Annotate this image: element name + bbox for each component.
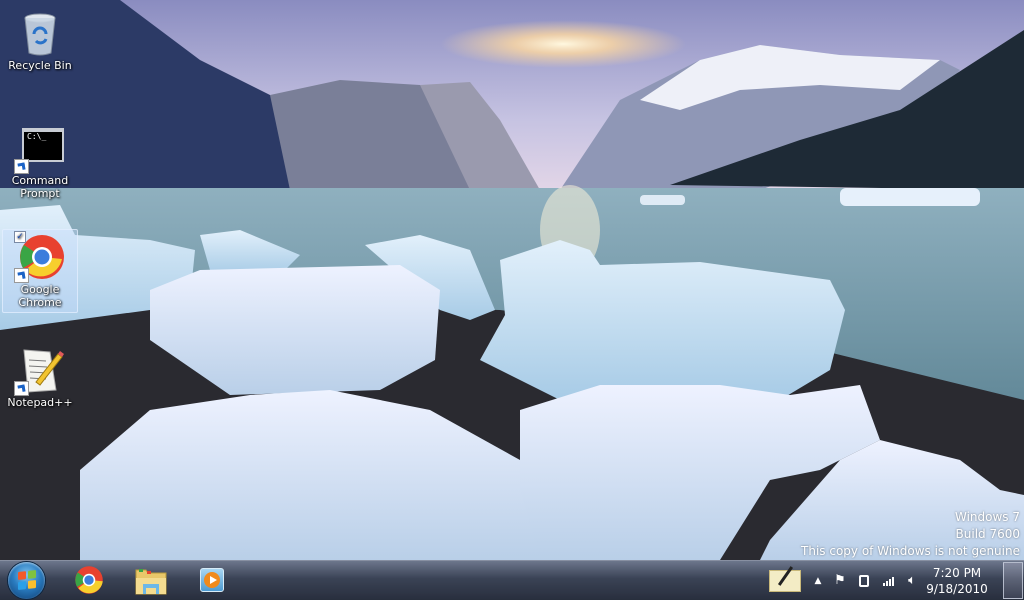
clock-date: 9/18/2010 [926, 582, 988, 596]
desktop-icon-command-prompt[interactable]: C:\_ Command Prompt [2, 120, 78, 204]
start-button[interactable] [4, 561, 50, 600]
taskbar: ▲ ⚑ 🔈︎ 7:20 PM 9/18/2010 [0, 560, 1024, 600]
desktop-wallpaper [0, 0, 1024, 560]
volume-icon[interactable]: 🔈︎ [904, 573, 920, 589]
desktop-icon-recycle-bin[interactable]: Recycle Bin [2, 5, 78, 76]
chrome-icon [75, 566, 103, 594]
taskbar-pinned-chrome[interactable] [66, 561, 112, 600]
watermark-genuine-notice: This copy of Windows is not genuine [801, 544, 1020, 558]
media-player-icon [200, 568, 224, 592]
power-plug-icon[interactable] [856, 573, 872, 589]
windows-orb-icon [8, 562, 45, 599]
watermark-build: Build 7600 [955, 527, 1020, 541]
watermark-os-name: Windows 7 [954, 510, 1020, 524]
recycle-bin-icon [16, 9, 64, 57]
windows-watermark: Windows 7 Build 7600 This copy of Window… [801, 509, 1020, 560]
desktop-icon-label: Recycle Bin [8, 59, 72, 72]
chrome-icon: ✓ [14, 231, 64, 283]
selection-checkbox[interactable]: ✓ [14, 231, 26, 243]
taskbar-pinned-media-player[interactable] [190, 561, 236, 600]
shortcut-arrow-icon [14, 268, 29, 283]
command-prompt-glyph: C:\_ [22, 128, 64, 162]
taskbar-clock[interactable]: 7:20 PM 9/18/2010 [922, 565, 992, 597]
desktop-icon-google-chrome[interactable]: ✓ Google Chrome [2, 229, 78, 313]
desktop-icon-label: Command Prompt [11, 174, 69, 200]
clock-time: 7:20 PM [932, 566, 982, 580]
action-center-flag-icon[interactable]: ⚑ [832, 573, 848, 589]
notepad-plus-plus-icon [14, 346, 64, 396]
shortcut-arrow-icon [14, 159, 29, 174]
shortcut-arrow-icon [14, 381, 29, 396]
show-hidden-icons-chevron[interactable]: ▲ [810, 573, 826, 589]
desktop-icon-notepad-plus-plus[interactable]: Notepad++ [2, 342, 78, 413]
show-desktop-button[interactable] [1003, 562, 1023, 599]
folder-icon [135, 569, 167, 595]
taskbar-pinned-windows-explorer[interactable] [128, 561, 174, 600]
desktop-icon-label: Google Chrome [18, 283, 62, 309]
network-signal-icon[interactable] [881, 573, 897, 589]
desktop-icon-label: Notepad++ [7, 396, 73, 409]
command-prompt-icon: C:\_ [14, 124, 64, 174]
pen-input-icon[interactable] [769, 566, 801, 592]
